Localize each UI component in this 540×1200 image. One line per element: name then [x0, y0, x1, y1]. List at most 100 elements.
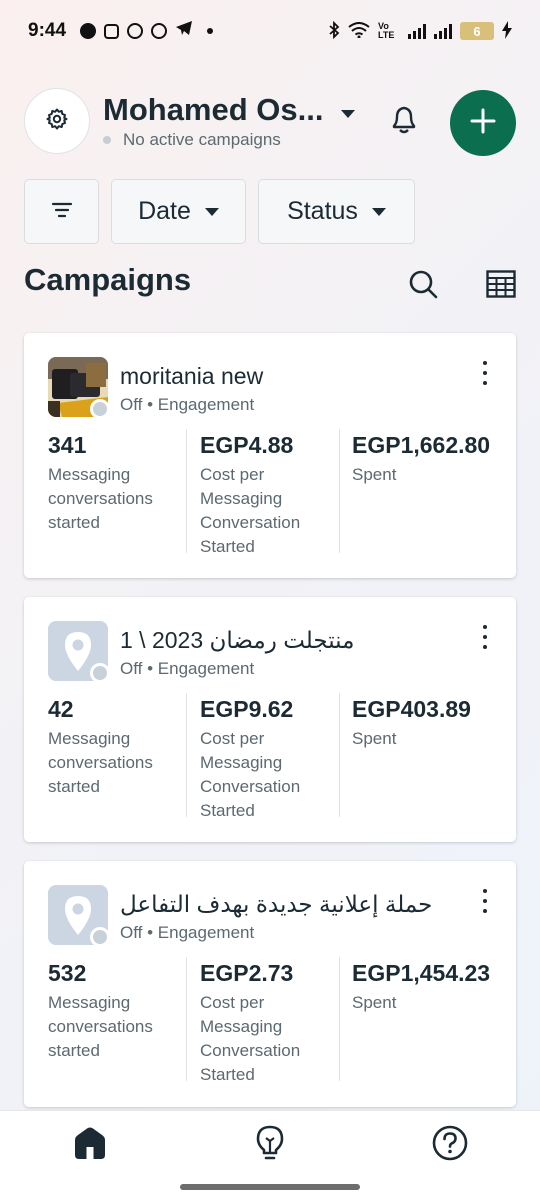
account-header: Mohamed Os... No active campaigns — [24, 88, 516, 156]
meta-separator: • — [147, 923, 158, 942]
more-options-button[interactable] — [480, 889, 490, 913]
account-status: No active campaigns — [103, 130, 281, 150]
cost-label: Cost per Messaging Conversation Started — [200, 465, 301, 556]
more-options-button[interactable] — [480, 625, 490, 649]
search-button[interactable] — [407, 268, 439, 300]
filter-icon — [51, 197, 73, 226]
campaign-name[interactable]: moritania new — [120, 363, 263, 390]
campaign-status-dot — [90, 399, 110, 419]
spent-metric: EGP1,662.80 Spent — [352, 429, 497, 487]
campaign-status: Off — [120, 659, 143, 678]
campaign-objective: Engagement — [157, 659, 255, 678]
cost-label: Cost per Messaging Conversation Started — [200, 993, 301, 1084]
lightbulb-icon — [255, 1125, 285, 1166]
caret-down-icon[interactable] — [340, 106, 356, 124]
campaign-meta: Off • Engagement — [120, 659, 254, 679]
cost-metric: EGP4.88 Cost per Messaging Conversation … — [200, 429, 340, 559]
results-metric: 42 Messaging conversations started — [48, 693, 188, 799]
nav-help[interactable] — [430, 1125, 470, 1165]
campaign-name[interactable]: حملة إعلانية جديدة بهدف التفاعل — [120, 891, 432, 918]
status-filter-label: Status — [287, 197, 358, 225]
campaign-name[interactable]: منتجلت رمضان 2023 \ 1 — [120, 627, 354, 654]
meta-separator: • — [147, 395, 158, 414]
account-name[interactable]: Mohamed Os... — [103, 92, 333, 128]
metric-divider — [339, 693, 340, 817]
spent-value: EGP403.89 — [352, 696, 471, 722]
wifi-icon — [348, 21, 370, 41]
spent-label: Spent — [352, 993, 397, 1012]
battery-icon: 6 — [460, 22, 494, 40]
metric-divider — [339, 957, 340, 1081]
metric-divider — [339, 429, 340, 553]
campaign-status: Off — [120, 395, 143, 414]
metric-divider — [186, 693, 187, 817]
messenger-notification-icon — [151, 23, 168, 39]
results-metric: 532 Messaging conversations started — [48, 957, 188, 1063]
charging-icon — [502, 20, 512, 42]
metric-divider — [186, 429, 187, 553]
gear-icon — [45, 107, 69, 136]
instagram-notification-icon — [104, 23, 120, 39]
nav-home[interactable] — [70, 1125, 110, 1165]
filter-bar: Date Status — [24, 179, 415, 244]
cost-value: EGP9.62 — [200, 696, 294, 722]
status-time: 9:44 — [28, 20, 67, 41]
bottom-navigation — [0, 1110, 540, 1200]
bluetooth-icon — [328, 20, 340, 42]
table-view-button[interactable] — [486, 270, 516, 298]
campaign-card[interactable]: منتجلت رمضان 2023 \ 1 Off • Engagement 4… — [24, 597, 516, 842]
results-value: 341 — [48, 432, 87, 458]
status-dot — [103, 136, 111, 144]
results-label: Messaging conversations started — [48, 993, 153, 1060]
results-value: 532 — [48, 960, 87, 986]
campaign-status-dot — [90, 927, 110, 947]
campaign-status: Off — [120, 923, 143, 942]
signal-bars-2-icon — [434, 23, 452, 39]
cost-value: EGP4.88 — [200, 432, 294, 458]
spent-value: EGP1,662.80 — [352, 432, 491, 458]
create-campaign-button[interactable] — [450, 90, 516, 156]
chat-notification-icon — [80, 23, 97, 39]
spent-value: EGP1,454.23 — [352, 960, 491, 986]
campaign-status-dot — [90, 663, 110, 683]
chevron-down-icon — [371, 207, 386, 216]
spent-label: Spent — [352, 729, 397, 748]
telegram-notification-icon — [175, 20, 193, 42]
metric-divider — [186, 957, 187, 1081]
volte-label: Vo LTE — [378, 21, 395, 40]
home-indicator[interactable] — [180, 1184, 360, 1190]
spent-metric: EGP1,454.23 Spent — [352, 957, 497, 1015]
spent-metric: EGP403.89 Spent — [352, 693, 497, 751]
campaign-objective: Engagement — [157, 923, 255, 942]
more-options-button[interactable] — [480, 361, 490, 385]
status-bar: 9:44 Vo LTE 6 — [0, 0, 540, 62]
results-metric: 341 Messaging conversations started — [48, 429, 188, 535]
campaign-meta: Off • Engagement — [120, 923, 254, 943]
account-status-text: No active campaigns — [123, 130, 281, 149]
campaign-objective: Engagement — [157, 395, 255, 414]
whatsapp-notification-icon — [127, 23, 144, 39]
date-filter-label: Date — [138, 197, 191, 225]
notifications-button[interactable] — [386, 103, 422, 139]
bell-icon — [389, 103, 419, 140]
search-icon — [407, 270, 439, 304]
more-notifications-dot — [207, 28, 214, 34]
meta-separator: • — [147, 659, 158, 678]
status-filter[interactable]: Status — [258, 179, 415, 244]
cost-value: EGP2.73 — [200, 960, 294, 986]
table-icon — [486, 270, 516, 302]
filter-button[interactable] — [24, 179, 99, 244]
spent-label: Spent — [352, 465, 397, 484]
plus-icon — [470, 108, 496, 139]
cost-metric: EGP9.62 Cost per Messaging Conversation … — [200, 693, 340, 823]
signal-bars-1-icon — [408, 23, 426, 39]
chevron-down-icon — [204, 207, 219, 216]
campaign-card[interactable]: حملة إعلانية جديدة بهدف التفاعل Off • En… — [24, 861, 516, 1107]
campaign-meta: Off • Engagement — [120, 395, 254, 415]
date-filter[interactable]: Date — [111, 179, 246, 244]
battery-level: 6 — [473, 23, 481, 39]
campaign-card[interactable]: moritania new Off • Engagement 341 Messa… — [24, 333, 516, 578]
settings-button[interactable] — [24, 88, 90, 154]
nav-insights[interactable] — [250, 1125, 290, 1165]
results-label: Messaging conversations started — [48, 729, 153, 796]
